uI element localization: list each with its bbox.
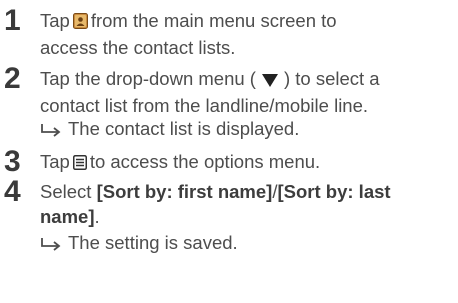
step-result: The setting is saved.	[40, 230, 238, 257]
options-menu-icon	[72, 151, 87, 176]
step-line-1: Tap from the main menu screen to	[40, 8, 337, 35]
step-text-after: ) to select a	[283, 68, 380, 89]
step-number: 3	[4, 145, 21, 178]
step-text-before: Tap	[40, 10, 70, 31]
step-line-1: Select [Sort by: first name]/[Sort by: l…	[40, 179, 391, 204]
step-line-1: Tap the drop-down menu ( ) to select a	[40, 66, 380, 93]
step-line-2: contact list from the landline/mobile li…	[40, 95, 369, 116]
result-arrow-icon	[40, 232, 62, 257]
step-text-after: .	[94, 206, 100, 227]
result-text: The setting is saved.	[68, 232, 238, 253]
step-number: 2	[4, 62, 21, 95]
sort-last-name-option-cont: name]	[40, 206, 95, 227]
step-text: Tap to access the options menu.	[40, 149, 320, 176]
step-result: The contact list is displayed.	[40, 116, 299, 143]
step-number: 4	[4, 175, 21, 208]
step-text-before: Tap the drop-down menu (	[40, 68, 256, 89]
triangle-down-icon	[261, 68, 278, 93]
step-text: Select [Sort by: first name]/[Sort by: l…	[40, 179, 391, 229]
step-text-after: to access the options menu.	[89, 151, 321, 172]
step-text: Tap from the main menu screen to access t…	[40, 8, 337, 60]
step-text-before: Tap	[40, 151, 70, 172]
step-line-1: Tap to access the options menu.	[40, 149, 320, 176]
step-text-before: Select	[40, 181, 92, 202]
result-text: The contact list is displayed.	[68, 118, 300, 139]
step-text-after: from the main menu screen to	[90, 10, 337, 31]
step-number: 1	[4, 4, 21, 37]
step-text: Tap the drop-down menu ( ) to select a co…	[40, 66, 380, 118]
sort-last-name-option: [Sort by: last	[277, 181, 391, 202]
sort-first-name-option: [Sort by: first name]	[96, 181, 273, 202]
contacts-app-icon	[72, 10, 88, 35]
step-line-2: name].	[40, 204, 391, 229]
result-arrow-icon	[40, 118, 62, 143]
step-line-2: access the contact lists.	[40, 37, 236, 58]
